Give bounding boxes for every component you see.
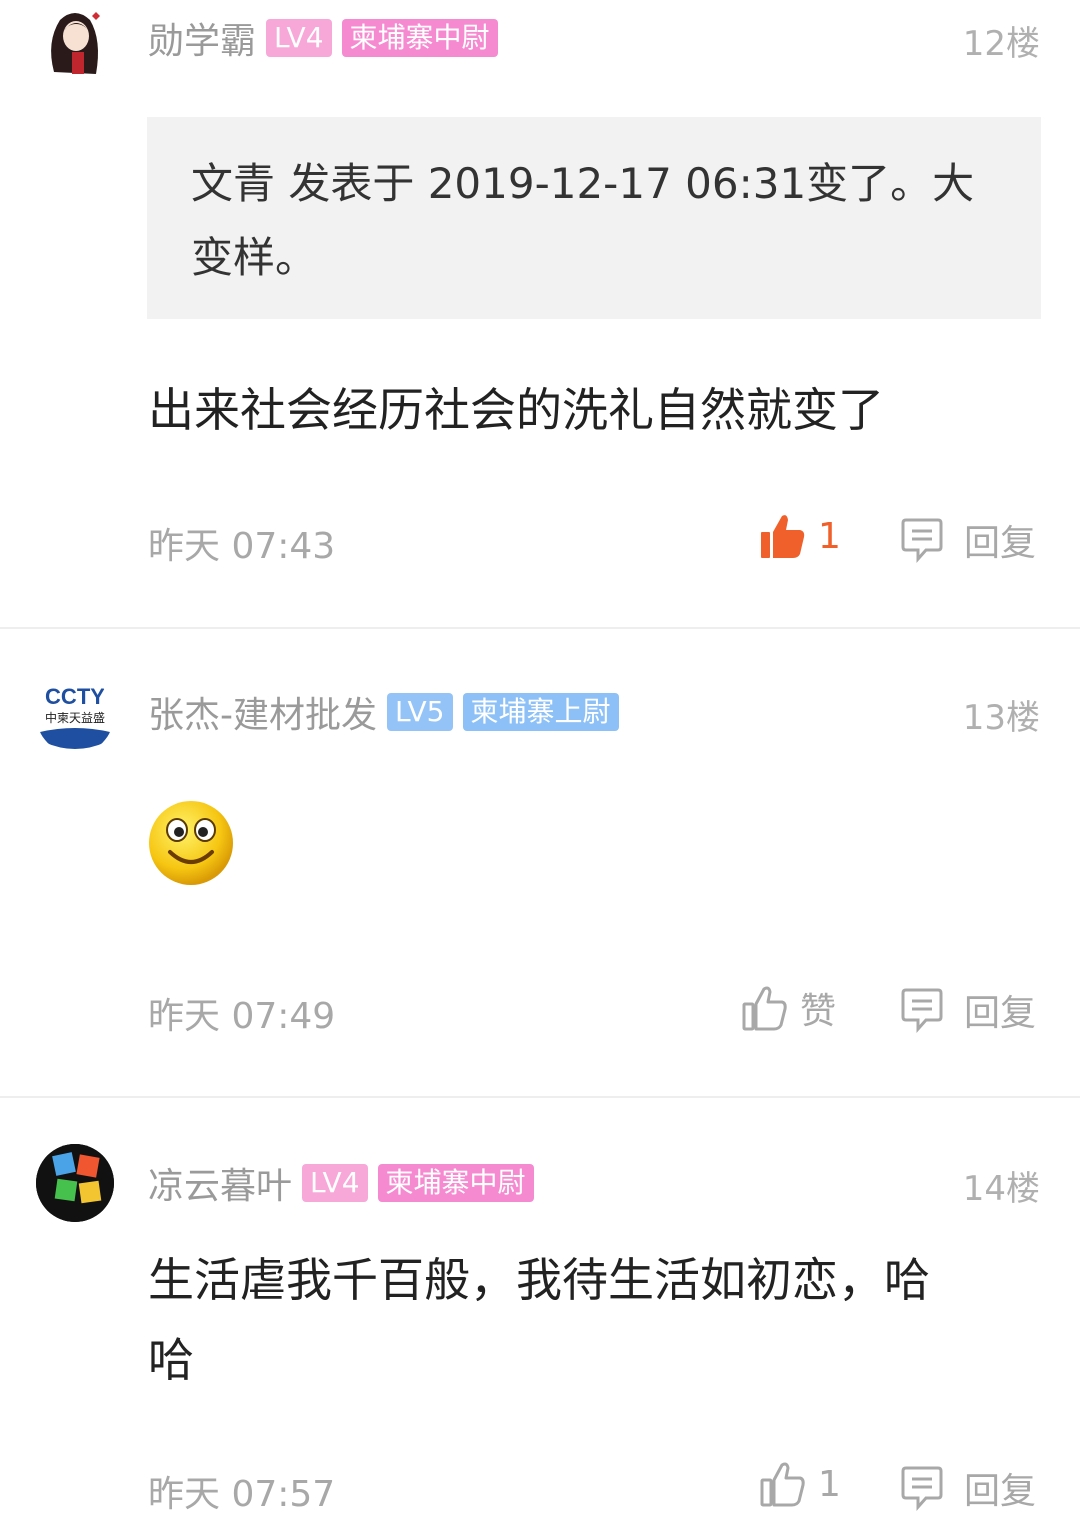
reply-button[interactable]: 回复 [900, 1462, 1036, 1514]
reply-button[interactable]: 回复 [900, 514, 1036, 566]
floor-number: 12楼 [962, 24, 1040, 64]
like-button[interactable]: 1 [760, 512, 841, 560]
like-count: 1 [818, 515, 841, 557]
post-content: 生活虐我千百般，我待生活如初恋，哈哈 [148, 1253, 930, 1387]
rank-badge: 柬埔寨中尉 [341, 19, 498, 57]
post-header: 张杰-建材批发 LV5 柬埔寨上尉 [148, 687, 629, 737]
thumbs-up-icon [742, 984, 788, 1032]
quoted-post[interactable]: 文青 发表于 2019-12-17 06:31变了。大变样。 [147, 117, 1041, 319]
like-count: 1 [818, 1463, 841, 1505]
like-label: 赞 [800, 991, 837, 1032]
user-avatar[interactable]: CCTY 中柬天益盛 [36, 676, 114, 754]
post-content: 出来社会经历社会的洗礼自然就变了 [148, 383, 884, 437]
divider [0, 1096, 1080, 1098]
reply-label: 回复 [964, 523, 1037, 564]
rank-badge: 柬埔寨上尉 [462, 693, 619, 731]
post-header: 凉云暮叶 LV4 柬埔寨中尉 [148, 1158, 544, 1208]
avatar-logo-sub: 中柬天益盛 [45, 710, 105, 725]
level-badge: LV5 [387, 693, 453, 731]
username[interactable]: 张杰-建材批发 [148, 686, 377, 738]
user-avatar[interactable] [36, 2, 114, 80]
divider [0, 627, 1080, 629]
rank-badge: 柬埔寨中尉 [377, 1164, 534, 1202]
level-badge: LV4 [302, 1164, 368, 1202]
post-time: 昨天 07:43 [148, 526, 336, 567]
like-button[interactable]: 赞 [742, 982, 836, 1034]
smile-emoji-icon [146, 798, 236, 892]
thumbs-up-filled-icon [760, 512, 806, 560]
avatar-logo-text: CCTY [45, 684, 105, 709]
user-avatar[interactable] [36, 1144, 114, 1222]
post-time: 昨天 07:49 [148, 996, 336, 1037]
level-badge: LV4 [266, 19, 332, 57]
reply-button[interactable]: 回复 [900, 984, 1036, 1036]
like-button[interactable]: 1 [760, 1460, 841, 1508]
comment-icon [900, 517, 944, 563]
post-time: 昨天 07:57 [148, 1474, 336, 1515]
reply-label: 回复 [964, 1471, 1037, 1512]
username[interactable]: 勋学霸 [148, 12, 256, 64]
username[interactable]: 凉云暮叶 [148, 1157, 292, 1209]
post-header: 勋学霸 LV4 柬埔寨中尉 [148, 13, 508, 63]
floor-number: 13楼 [962, 698, 1040, 738]
comment-icon [900, 987, 944, 1033]
thumbs-up-icon [760, 1460, 806, 1508]
floor-number: 14楼 [962, 1169, 1040, 1209]
comment-icon [900, 1465, 944, 1511]
reply-label: 回复 [964, 993, 1037, 1034]
